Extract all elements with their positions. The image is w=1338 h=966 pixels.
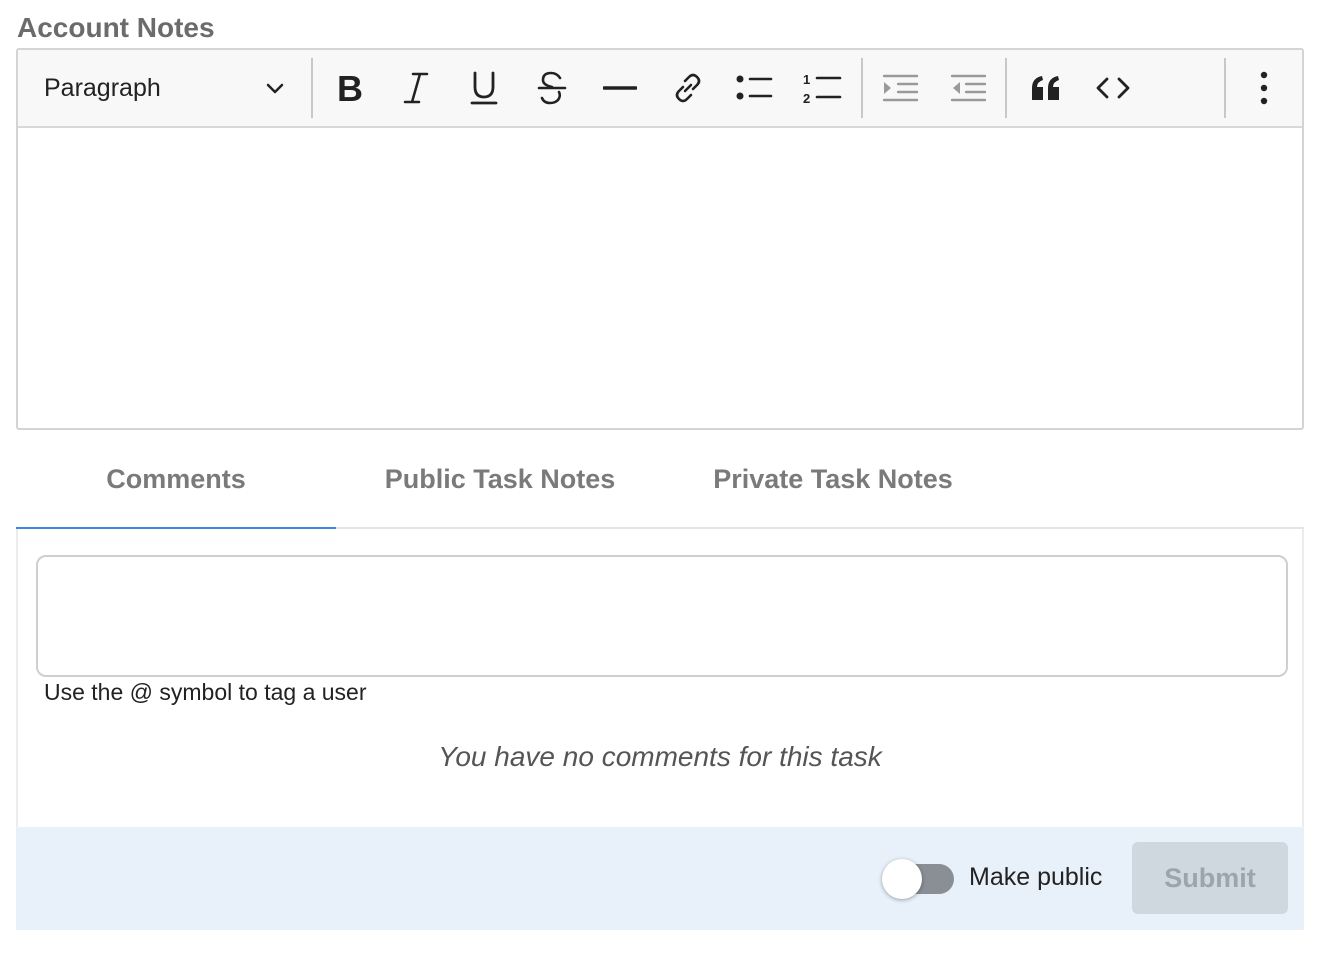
more-vertical-icon (1259, 71, 1269, 105)
code-button[interactable] (1089, 64, 1137, 112)
toolbar-separator (1224, 58, 1226, 118)
tab-private-task-notes[interactable]: Private Task Notes (688, 430, 978, 529)
block-format-label: Paragraph (44, 73, 161, 102)
comment-footer: Make public Submit (16, 827, 1304, 930)
comments-panel: Use the @ symbol to tag a user You have … (16, 529, 1304, 827)
chevron-down-icon (264, 77, 286, 104)
editor-toolbar: Paragraph B 1 2 (18, 50, 1302, 128)
no-comments-message: You have no comments for this task (438, 741, 882, 772)
horizontal-rule-icon (603, 83, 637, 93)
tag-user-hint: Use the @ symbol to tag a user (44, 679, 367, 705)
notes-tabs: Comments Public Task Notes Private Task … (16, 430, 1304, 531)
italic-icon (401, 71, 431, 105)
tab-comments[interactable]: Comments (16, 430, 336, 531)
block-format-dropdown[interactable]: Paragraph (18, 50, 310, 126)
bold-icon: B (335, 71, 365, 105)
svg-text:2: 2 (803, 91, 810, 105)
toolbar-separator (1005, 58, 1007, 118)
section-title: Account Notes (17, 12, 215, 43)
strikethrough-icon (536, 70, 568, 106)
comment-input[interactable] (36, 555, 1288, 677)
outdent-button[interactable] (944, 64, 992, 112)
horizontal-rule-button[interactable] (596, 64, 644, 112)
outdent-icon (949, 73, 987, 103)
more-options-button[interactable] (1240, 64, 1288, 112)
italic-button[interactable] (392, 64, 440, 112)
strikethrough-button[interactable] (528, 64, 576, 112)
numbered-list-icon: 12 (802, 71, 842, 105)
numbered-list-button[interactable]: 12 (798, 64, 846, 112)
bold-button[interactable]: B (326, 64, 374, 112)
make-public-toggle[interactable] (882, 859, 956, 899)
bulleted-list-icon (735, 73, 773, 103)
bulleted-list-button[interactable] (730, 64, 778, 112)
link-button[interactable] (664, 64, 712, 112)
rich-text-editor: Paragraph B 1 2 (16, 48, 1304, 430)
toolbar-separator (861, 58, 863, 118)
underline-icon (469, 70, 499, 106)
submit-button[interactable]: Submit (1132, 842, 1288, 914)
code-icon (1095, 75, 1131, 101)
svg-text:1: 1 (803, 72, 810, 87)
indent-button[interactable] (876, 64, 924, 112)
underline-button[interactable] (460, 64, 508, 112)
svg-text:B: B (337, 71, 363, 105)
indent-icon (881, 73, 919, 103)
toolbar-separator (311, 58, 313, 118)
link-icon (671, 71, 705, 105)
toggle-knob (882, 859, 922, 899)
tab-public-task-notes[interactable]: Public Task Notes (360, 430, 640, 529)
editor-content-area[interactable] (18, 128, 1302, 428)
make-public-label: Make public (969, 863, 1103, 891)
blockquote-button[interactable] (1022, 64, 1070, 112)
quote-icon (1030, 74, 1062, 102)
